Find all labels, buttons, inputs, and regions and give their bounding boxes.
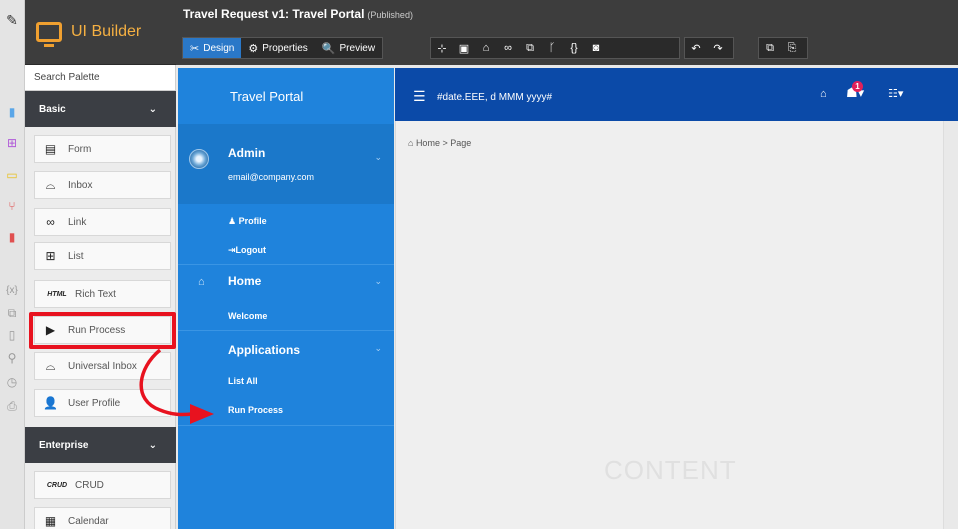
arrow-head [190,404,214,424]
arrow-path [139,348,193,417]
annotation-arrow [139,348,214,424]
